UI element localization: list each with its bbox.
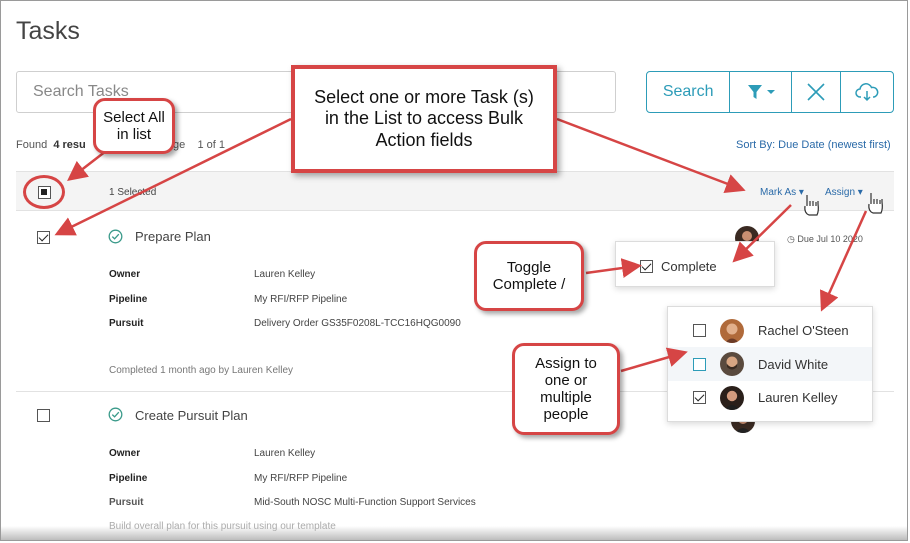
assign-label: Assign <box>825 187 856 198</box>
assign-option-rachel[interactable]: Rachel O'Steen <box>758 323 849 338</box>
assign-option-lauren[interactable]: Lauren Kelley <box>758 390 838 405</box>
callout-toggle-complete: Toggle Complete / <box>474 241 584 311</box>
assign-dropdown[interactable]: Assign ▾ <box>825 187 863 198</box>
assign-option-david[interactable]: David White <box>758 357 828 372</box>
avatar-david <box>720 352 744 376</box>
pipeline-link[interactable]: My RFI/RFP Pipeline <box>254 473 347 484</box>
owner-label: Owner <box>109 448 141 459</box>
cloud-download-icon <box>855 83 879 102</box>
pursuit-label: Pursuit <box>109 318 144 329</box>
pipeline-label: Pipeline <box>109 294 148 305</box>
clear-button[interactable] <box>792 72 842 112</box>
pipeline-label: Pipeline <box>109 473 148 484</box>
bottom-fade <box>1 526 907 540</box>
select-all-highlight-ring <box>23 175 65 209</box>
assign-menu: Rachel O'Steen David White Lauren Kelley <box>667 306 873 422</box>
avatar-lauren <box>720 386 744 410</box>
chevron-down-icon: ▾ <box>798 187 804 198</box>
results-summary: Found 4 resu <box>16 139 86 151</box>
task-footer: Completed 1 month ago by Lauren Kelley <box>109 365 294 376</box>
pursuit-label: Pursuit <box>109 497 144 508</box>
page-title: Tasks <box>16 17 80 45</box>
callout-assign: Assign to one or multiple people <box>512 343 620 435</box>
filter-icon <box>747 85 775 99</box>
callout-select-all: Select All in list <box>93 98 175 154</box>
chevron-down-icon: ▾ <box>857 187 863 198</box>
close-icon <box>807 83 825 101</box>
page-of: 1 of 1 <box>197 139 226 151</box>
owner-value: Lauren Kelley <box>254 448 316 459</box>
check-circle-icon[interactable] <box>108 407 123 422</box>
tasks-window: Tasks Search Found 4 resu ge 1 of 1 <box>0 0 908 541</box>
mark-as-dropdown[interactable]: Mark As ▾ <box>760 187 804 198</box>
found-label: Found <box>16 139 48 151</box>
assign-checkbox-rachel[interactable] <box>693 324 706 337</box>
search-button[interactable]: Search <box>647 72 731 112</box>
due-date: ◷ Due Jul 10 2020 <box>787 234 863 245</box>
task-title[interactable]: Create Pursuit Plan <box>135 408 248 423</box>
task-checkbox[interactable] <box>37 231 50 244</box>
assign-checkbox-lauren[interactable] <box>693 391 706 404</box>
check-circle-icon[interactable] <box>108 229 123 244</box>
avatar-rachel <box>720 319 744 343</box>
selected-count: 1 Selected <box>109 187 157 198</box>
task-checkbox[interactable] <box>37 409 50 422</box>
search-toolbar: Search <box>646 71 894 113</box>
download-button[interactable] <box>841 72 893 112</box>
complete-option[interactable]: Complete <box>661 259 717 274</box>
results-count: 4 resu <box>53 139 86 151</box>
callout-main: Select one or more Task (s) in the List … <box>291 65 557 173</box>
owner-label: Owner <box>109 269 141 280</box>
mark-as-label: Mark As <box>760 187 797 198</box>
due-date-text: Due Jul 10 2020 <box>797 234 863 244</box>
pipeline-link[interactable]: My RFI/RFP Pipeline <box>254 294 347 305</box>
clock-icon: ◷ <box>787 234 795 244</box>
pagination: ge 1 of 1 <box>173 139 225 151</box>
task-title[interactable]: Prepare Plan <box>135 229 211 244</box>
pursuit-link[interactable]: Delivery Order GS35F0208L-TCC16HQG0090 <box>254 318 461 329</box>
bulk-action-bar: 1 Selected Mark As ▾ Assign ▾ <box>16 171 894 211</box>
owner-value: Lauren Kelley <box>254 269 316 280</box>
mark-as-menu: Complete <box>615 241 775 287</box>
complete-checkbox[interactable] <box>640 260 653 273</box>
sort-dropdown[interactable]: Sort By: Due Date (newest first) <box>736 139 891 151</box>
assign-checkbox-david[interactable] <box>693 358 706 371</box>
pursuit-link[interactable]: Mid-South NOSC Multi-Function Support Se… <box>254 497 476 508</box>
filter-dropdown-button[interactable] <box>730 72 792 112</box>
